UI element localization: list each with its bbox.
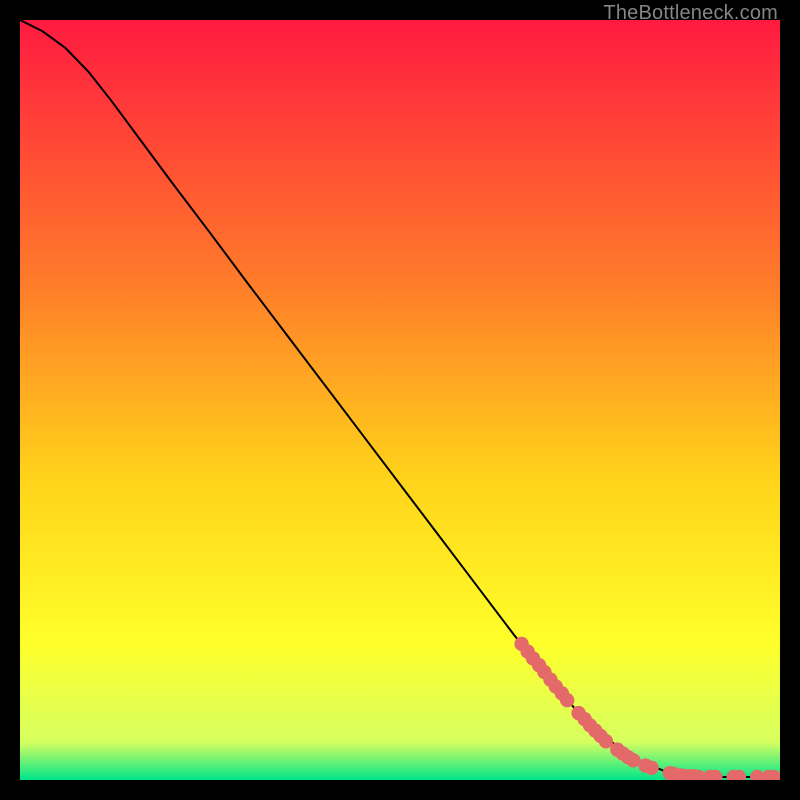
data-marker (560, 693, 574, 707)
gradient-background (20, 20, 780, 780)
data-marker (644, 761, 658, 775)
chart-plot (20, 20, 780, 780)
